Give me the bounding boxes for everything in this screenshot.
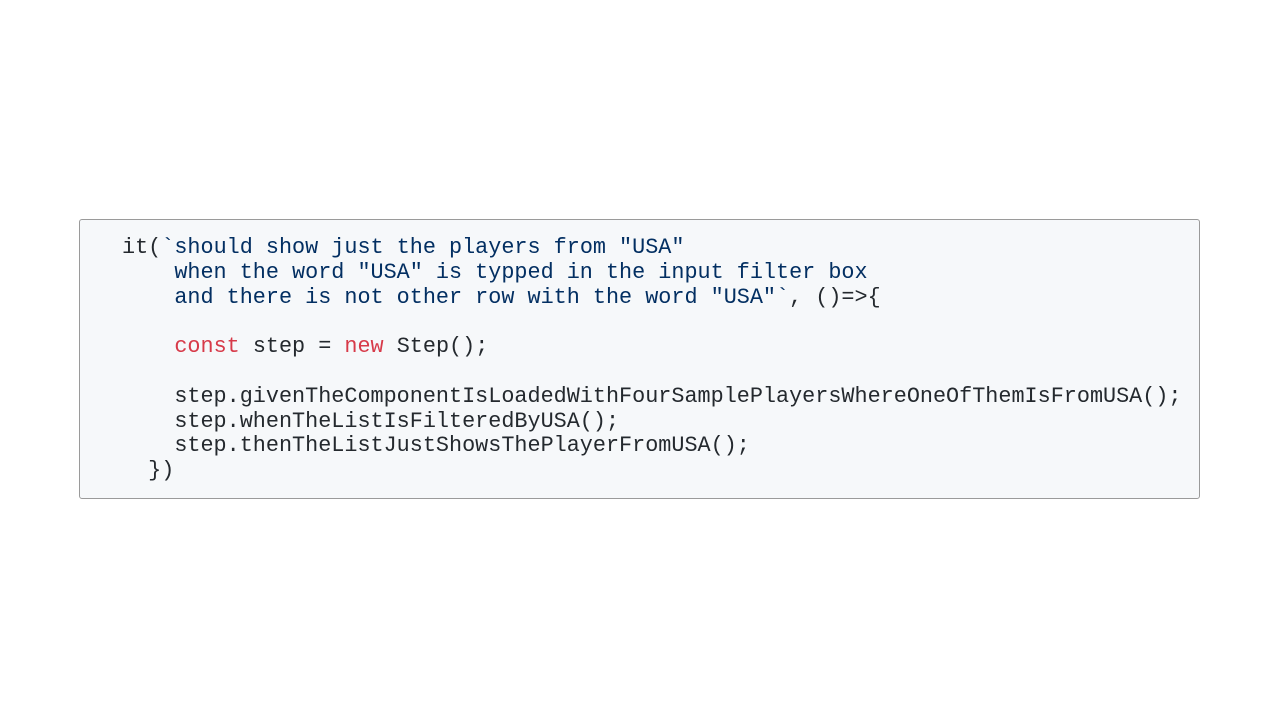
code-line: when the word "USA" is typped in the inp…: [122, 259, 1182, 286]
code-string: when the word "USA" is typped in the inp…: [122, 259, 868, 285]
code-block: it(`should show just the players from "U…: [79, 219, 1200, 499]
code-line: ​: [122, 310, 1182, 335]
code-keyword: const: [174, 334, 240, 360]
code-token: Step();: [383, 334, 489, 360]
code-line: ​: [122, 360, 1182, 385]
code-keyword: new: [344, 334, 384, 360]
code-token: step =: [239, 334, 345, 360]
code-line: step.thenTheListJustShowsThePlayerFromUS…: [122, 433, 1182, 459]
code-lines: it(`should show just the players from "U…: [122, 235, 1182, 484]
code-line: step.whenTheListIsFilteredByUSA();: [122, 408, 1182, 435]
code-token: step.thenTheListJustShowsThePlayerFromUS…: [122, 433, 750, 459]
code-token: it(: [122, 235, 162, 260]
code-line: step.givenTheComponentIsLoadedWithFourSa…: [122, 383, 1182, 410]
code-string: and there is not other row with the word…: [122, 284, 790, 310]
code-line: const step = new Step();: [122, 334, 1182, 360]
code-token: }): [122, 458, 175, 484]
code-line: and there is not other row with the word…: [122, 284, 1182, 311]
code-token: , ()=>{: [789, 284, 881, 310]
code-line: it(`should show just the players from "U…: [122, 235, 1182, 261]
code-string: `should show just the players from "USA": [161, 235, 685, 260]
code-token: step.givenTheComponentIsLoadedWithFourSa…: [122, 383, 1182, 409]
code-line: }): [122, 458, 1182, 484]
code-token: step.whenTheListIsFilteredByUSA();: [122, 408, 620, 434]
